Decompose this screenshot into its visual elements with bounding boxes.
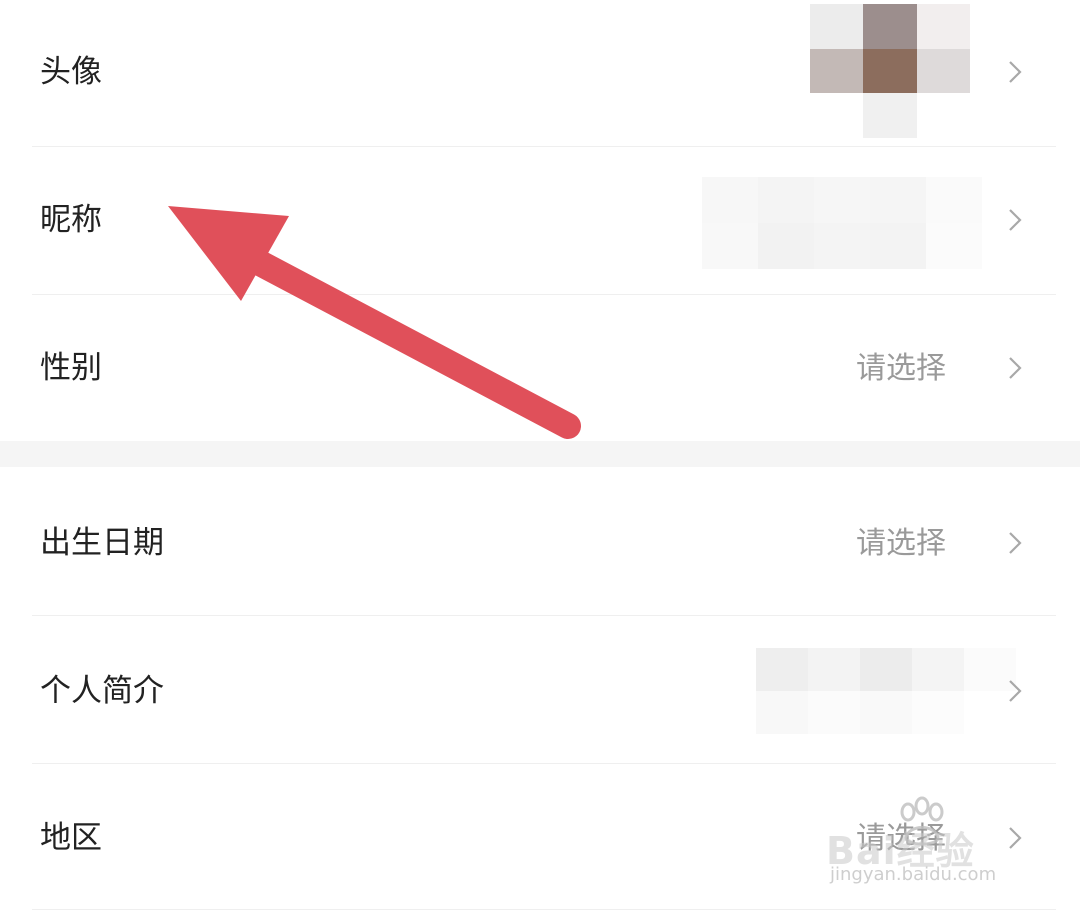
red-arrow-icon — [168, 206, 581, 439]
